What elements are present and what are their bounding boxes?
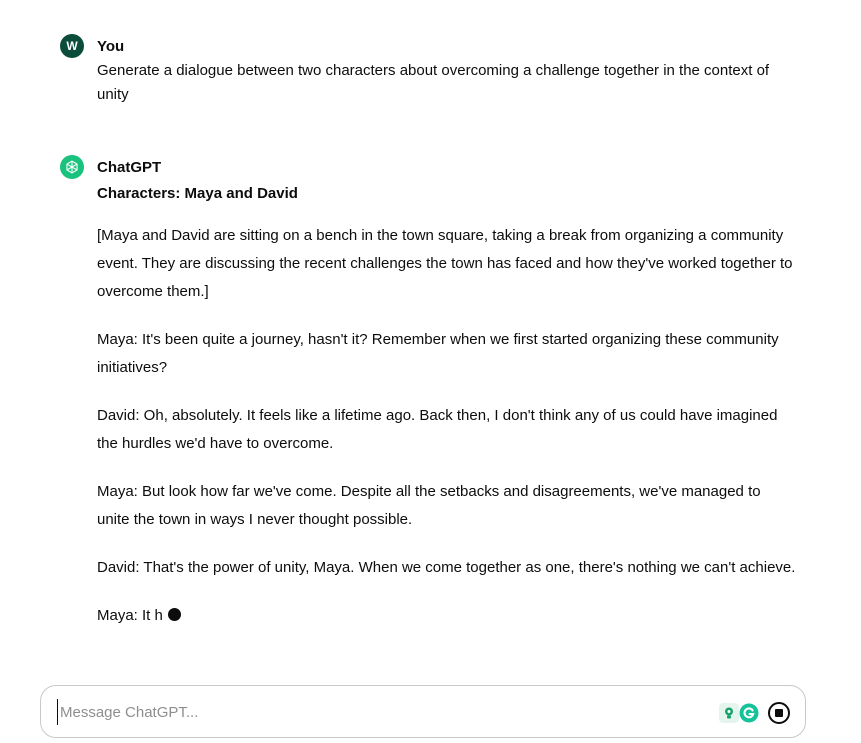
- openai-logo-icon: [60, 155, 84, 179]
- stop-generating-icon: [775, 709, 783, 717]
- user-avatar: W: [60, 34, 84, 58]
- assistant-paragraph: David: Oh, absolutely. It feels like a l…: [97, 407, 778, 452]
- message-composer: [40, 685, 806, 738]
- grammarly-icon[interactable]: [739, 703, 759, 723]
- assistant-heading: Characters: Maya and David: [97, 185, 298, 202]
- assistant-paragraph-streaming: Maya: It h: [97, 602, 797, 630]
- user-message-content: You Generate a dialogue between two char…: [97, 34, 797, 107]
- assistant-paragraph: David: That's the power of unity, Maya. …: [97, 559, 796, 576]
- assistant-paragraph: Maya: It's been quite a journey, hasn't …: [97, 331, 779, 376]
- user-message-text: Generate a dialogue between two characte…: [97, 62, 770, 103]
- user-author-name: You: [97, 38, 125, 55]
- lightbulb-extension-icon[interactable]: [719, 703, 739, 723]
- assistant-message-content: ChatGPT Characters: Maya and David [Maya…: [97, 155, 797, 630]
- streaming-cursor-icon: [167, 608, 181, 621]
- assistant-paragraph: [Maya and David are sitting on a bench i…: [97, 227, 793, 300]
- user-avatar-letter: W: [66, 39, 78, 53]
- streaming-text: Maya: It h: [97, 607, 163, 624]
- assistant-author-name: ChatGPT: [97, 159, 162, 176]
- stop-generating-button[interactable]: [768, 702, 790, 724]
- assistant-paragraph: Maya: But look how far we've come. Despi…: [97, 483, 761, 528]
- message-input[interactable]: [57, 699, 700, 725]
